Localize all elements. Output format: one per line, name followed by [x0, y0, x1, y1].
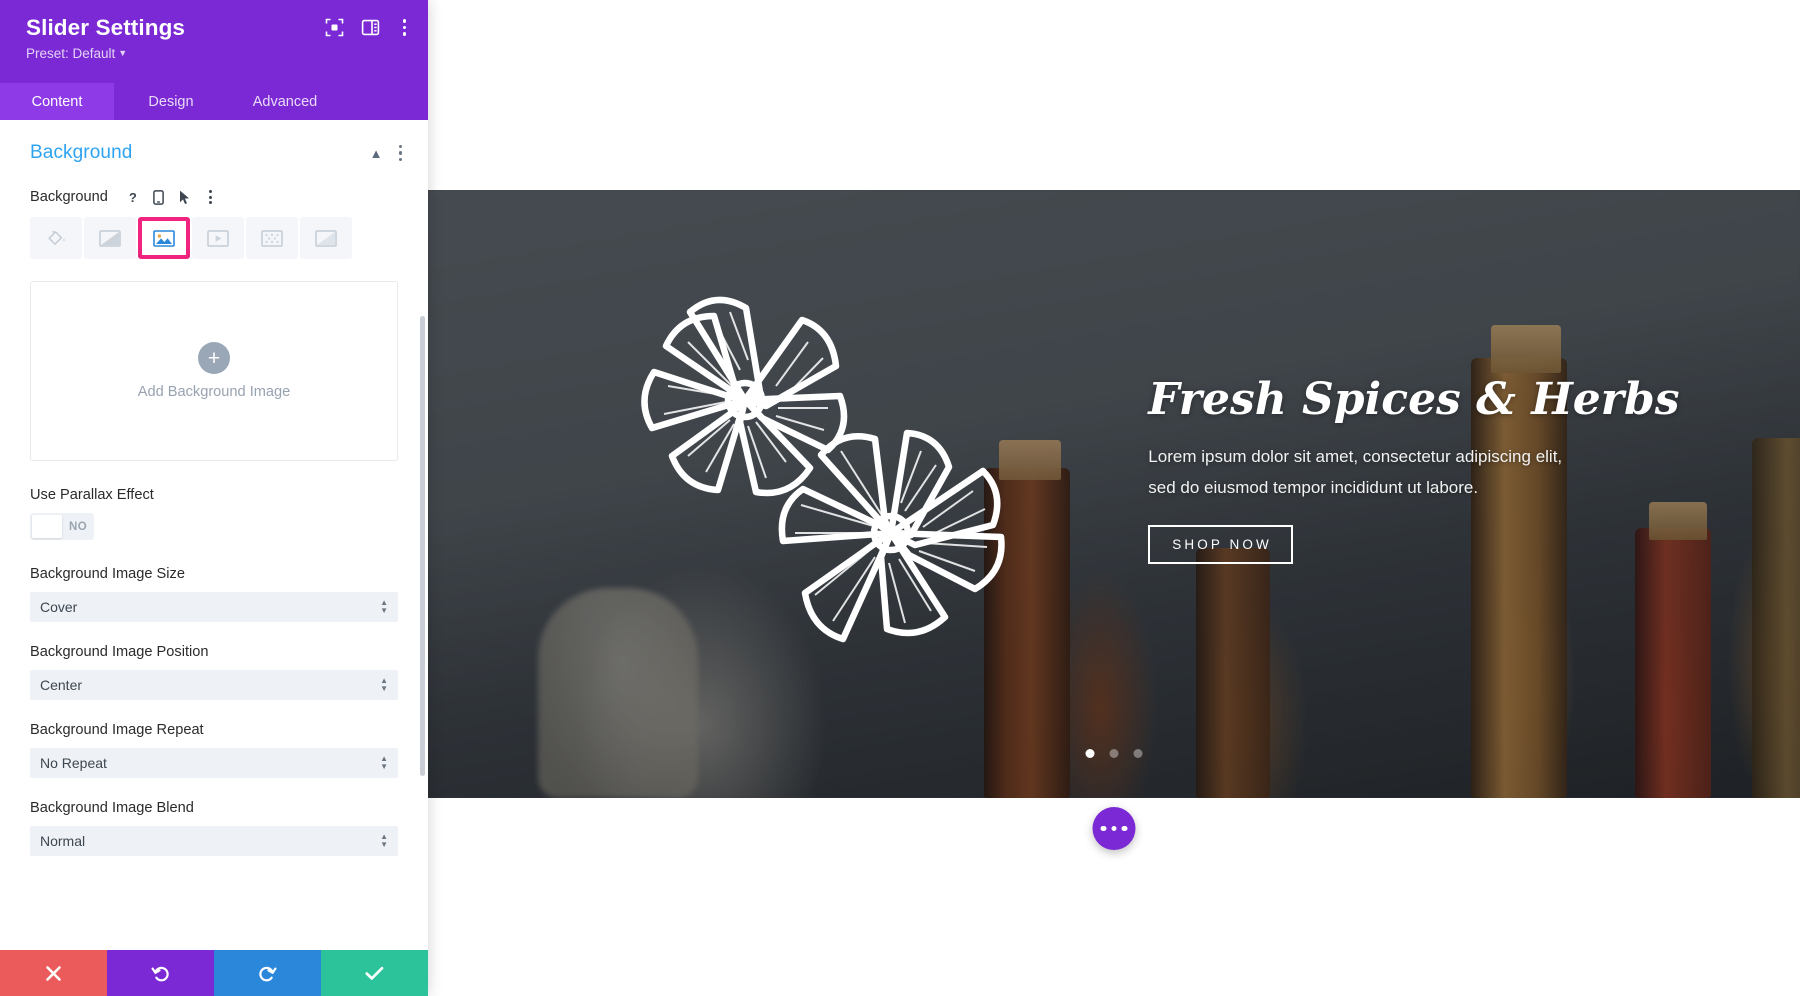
- focus-frame-icon[interactable]: [325, 17, 345, 37]
- divi-builder-screen: Slider Settings Preset: Default ▼ Conten…: [0, 0, 1800, 996]
- background-options-kebab-icon[interactable]: [200, 186, 222, 208]
- background-image-size-field: Background Image Size Cover ▲ ▼: [0, 566, 428, 622]
- shop-now-button[interactable]: SHOP NOW: [1148, 524, 1293, 564]
- background-field-label: Background: [30, 189, 108, 205]
- hero-subtitle-line-1: Lorem ipsum dolor sit amet, consectetur …: [1148, 447, 1563, 467]
- discard-changes-button[interactable]: [0, 950, 107, 996]
- slider-dot-1[interactable]: [1085, 749, 1095, 758]
- background-type-gradient[interactable]: [84, 217, 136, 259]
- background-type-video[interactable]: [192, 217, 244, 259]
- tab-design[interactable]: Design: [114, 83, 228, 120]
- preset-selector[interactable]: Preset: Default ▼: [26, 45, 127, 62]
- save-changes-button[interactable]: [321, 950, 428, 996]
- plus-icon: +: [198, 342, 230, 374]
- ellipsis-icon: [1100, 825, 1107, 832]
- layout-panel-icon[interactable]: [361, 17, 381, 37]
- page-settings-fab[interactable]: [1092, 807, 1136, 850]
- background-image-size-select[interactable]: Cover: [30, 592, 398, 622]
- panel-action-bar: [0, 950, 428, 996]
- hero-copy: Fresh Spices & Herbs Lorem ipsum dolor s…: [1148, 374, 1680, 564]
- hero-subtitle: Lorem ipsum dolor sit amet, consectetur …: [1148, 442, 1600, 503]
- hero-title: Fresh Spices & Herbs: [1148, 374, 1680, 425]
- background-type-image[interactable]: [138, 217, 190, 259]
- background-type-mask[interactable]: [300, 217, 352, 259]
- kebab-menu-icon[interactable]: [397, 17, 413, 38]
- star-anise-illustration: [693, 385, 1093, 690]
- tab-advanced[interactable]: Advanced: [228, 83, 342, 120]
- background-field: Background ?: [0, 186, 428, 208]
- use-parallax-effect-toggle[interactable]: NO: [30, 513, 94, 540]
- section-title: Background: [30, 142, 133, 163]
- use-parallax-effect-field: Use Parallax Effect NO: [0, 487, 428, 540]
- preset-label: Preset: Default: [26, 46, 116, 61]
- slider-dot-3[interactable]: [1133, 749, 1143, 758]
- add-background-image-label: Add Background Image: [137, 384, 291, 400]
- background-image-blend-select[interactable]: Normal: [30, 826, 398, 856]
- background-section-header: Background ▲: [0, 120, 428, 172]
- slider-hero-module[interactable]: Fresh Spices & Herbs Lorem ipsum dolor s…: [428, 190, 1800, 798]
- background-image-position-select[interactable]: Center: [30, 670, 398, 700]
- settings-tabs: Content Design Advanced: [0, 83, 428, 120]
- panel-header: Slider Settings Preset: Default ▼: [0, 0, 428, 83]
- redo-button[interactable]: [214, 950, 321, 996]
- page-canvas: Fresh Spices & Herbs Lorem ipsum dolor s…: [428, 0, 1800, 996]
- slider-pagination-dots: [1085, 749, 1143, 758]
- slider-settings-panel: Slider Settings Preset: Default ▼ Conten…: [0, 0, 428, 996]
- use-parallax-effect-label: Use Parallax Effect: [30, 487, 154, 503]
- section-kebab-menu-icon[interactable]: [398, 144, 402, 162]
- toggle-knob: [32, 515, 62, 538]
- chevron-down-icon: ▼: [118, 48, 128, 58]
- background-type-color[interactable]: [30, 217, 82, 259]
- background-type-pattern[interactable]: [246, 217, 298, 259]
- background-image-repeat-label: Background Image Repeat: [30, 722, 204, 738]
- background-type-tabs: [0, 217, 428, 259]
- hero-subtitle-line-2: sed do eiusmod tempor incididunt ut labo…: [1148, 477, 1479, 497]
- ellipsis-icon: [1121, 825, 1128, 832]
- background-image-blend-label: Background Image Blend: [30, 800, 194, 816]
- ellipsis-icon: [1111, 825, 1117, 832]
- background-image-blend-field: Background Image Blend Normal ▲ ▼: [0, 800, 428, 856]
- undo-button[interactable]: [107, 950, 214, 996]
- panel-body: Background ▲ Background ? + Add Backgrou…: [0, 120, 428, 950]
- background-image-position-field: Background Image Position Center ▲ ▼: [0, 644, 428, 700]
- background-image-repeat-select[interactable]: No Repeat: [30, 748, 398, 778]
- chevron-up-icon[interactable]: ▲: [370, 147, 383, 160]
- slider-dot-2[interactable]: [1109, 749, 1119, 758]
- cursor-arrow-icon[interactable]: [174, 186, 196, 208]
- add-background-image-dropzone[interactable]: + Add Background Image: [30, 281, 398, 461]
- panel-scrollbar[interactable]: [420, 316, 425, 776]
- tab-content[interactable]: Content: [0, 83, 114, 120]
- background-image-position-label: Background Image Position: [30, 644, 209, 660]
- panel-header-icons: [325, 17, 413, 38]
- background-image-repeat-field: Background Image Repeat No Repeat ▲ ▼: [0, 722, 428, 778]
- toggle-value: NO: [69, 520, 88, 533]
- question-mark-icon[interactable]: ?: [122, 186, 144, 208]
- mobile-device-icon[interactable]: [148, 186, 170, 208]
- background-image-size-label: Background Image Size: [30, 566, 185, 582]
